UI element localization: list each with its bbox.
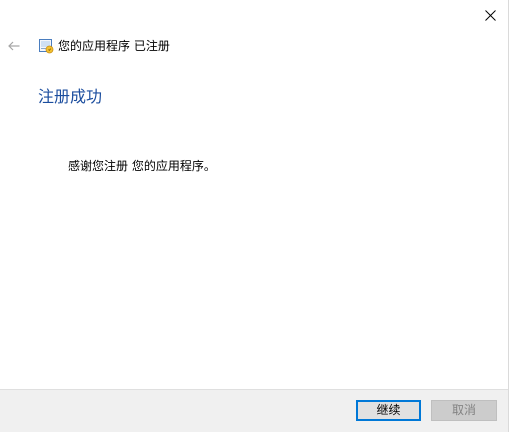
- window-title: 您的应用程序 已注册: [58, 39, 170, 53]
- back-arrow-icon: [8, 41, 20, 51]
- close-button[interactable]: [473, 0, 507, 30]
- back-button[interactable]: [4, 36, 24, 56]
- wizard-window: 您的应用程序 已注册 注册成功 感谢您注册 您的应用程序。 继续 取消: [0, 0, 509, 432]
- page-heading: 注册成功: [38, 87, 103, 106]
- cancel-button[interactable]: 取消: [431, 400, 497, 421]
- footer-bar: 继续 取消: [0, 389, 508, 432]
- close-icon: [484, 9, 496, 21]
- continue-button[interactable]: 继续: [356, 400, 421, 421]
- message-text: 感谢您注册 您的应用程序。: [68, 159, 216, 173]
- certificate-icon: [39, 39, 54, 54]
